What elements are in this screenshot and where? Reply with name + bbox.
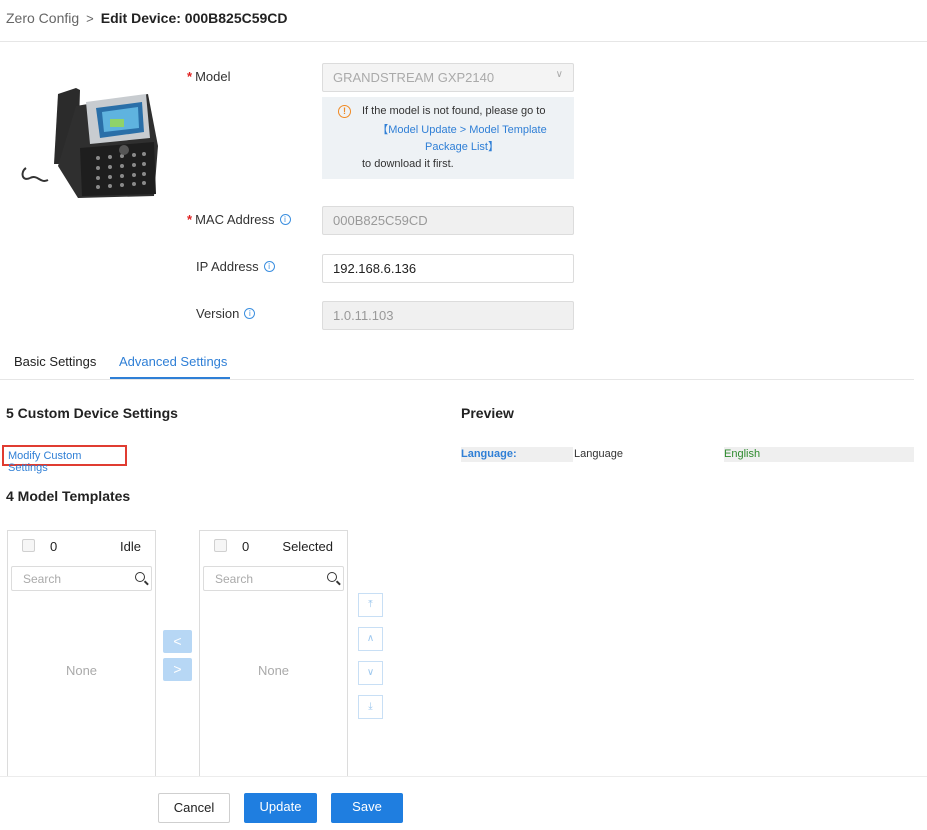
- version-field: [322, 301, 574, 330]
- idle-select-all-checkbox[interactable]: [22, 539, 35, 552]
- selected-list-title: Selected: [282, 539, 333, 554]
- move-down-button[interactable]: ∨: [358, 661, 383, 685]
- modify-custom-settings-button[interactable]: Modify Custom Settings: [2, 445, 127, 474]
- info-icon[interactable]: i: [279, 214, 291, 225]
- model-hint-footer: to download it first.: [362, 158, 454, 170]
- model-select[interactable]: GRANDSTREAM GXP2140 ∨: [322, 63, 574, 92]
- required-asterisk: *: [187, 69, 193, 84]
- info-icon[interactable]: i: [263, 261, 275, 272]
- preview-value: English: [724, 447, 914, 462]
- required-asterisk: *: [187, 212, 193, 227]
- idle-list-panel: 0 Idle Search None: [7, 530, 156, 790]
- selected-list-panel: 0 Selected Search None: [199, 530, 348, 790]
- ip-address-label: IP Address i: [196, 259, 275, 274]
- preview-label: Language:: [461, 447, 573, 462]
- save-button[interactable]: Save: [331, 793, 403, 823]
- breadcrumb-parent[interactable]: Zero Config: [6, 10, 79, 26]
- cancel-button[interactable]: Cancel: [158, 793, 230, 823]
- move-to-bottom-button[interactable]: ⤓: [358, 695, 383, 719]
- idle-list-title: Idle: [120, 539, 141, 554]
- selected-list-header: 0 Selected: [200, 531, 347, 561]
- idle-empty-text: None: [65, 663, 98, 678]
- search-icon: [327, 572, 337, 582]
- chevron-down-icon: ∨: [555, 69, 563, 80]
- selected-search-placeholder: Search: [215, 572, 254, 586]
- idle-search-placeholder: Search: [23, 572, 62, 586]
- move-up-button[interactable]: ∧: [358, 627, 383, 651]
- model-templates-title: 4 Model Templates: [6, 488, 131, 504]
- footer-bar: Cancel Update Save: [0, 776, 927, 830]
- active-tab-indicator: [110, 377, 230, 379]
- model-hint-box: ! If the model is not found, please go t…: [322, 97, 574, 179]
- idle-list-header: 0 Idle: [8, 531, 155, 561]
- breadcrumb: Zero Config > Edit Device: 000B825C59CD: [6, 10, 288, 26]
- header-divider: [0, 41, 927, 42]
- version-label: Version i: [196, 306, 256, 321]
- move-to-top-button[interactable]: ⤒: [358, 593, 383, 617]
- settings-tabs: Basic Settings Advanced Settings: [0, 348, 914, 380]
- custom-settings-title: 5 Custom Device Settings: [6, 405, 178, 421]
- idle-search-input[interactable]: Search: [11, 566, 152, 591]
- search-icon: [135, 572, 145, 582]
- selected-search-input[interactable]: Search: [203, 566, 344, 591]
- tab-basic-settings[interactable]: Basic Settings: [14, 354, 96, 369]
- preview-key: Language: [574, 448, 623, 460]
- breadcrumb-separator: >: [86, 10, 94, 26]
- mac-address-field: [322, 206, 574, 235]
- info-icon[interactable]: i: [244, 308, 256, 319]
- mac-address-label: * MAC Address i: [187, 212, 291, 227]
- ip-address-field[interactable]: [322, 254, 574, 283]
- idle-count: 0: [50, 539, 58, 554]
- move-right-button[interactable]: >: [163, 658, 192, 681]
- model-hint-text: If the model is not found, please go to: [362, 105, 546, 117]
- preview-title: Preview: [461, 405, 514, 421]
- update-button[interactable]: Update: [244, 793, 317, 823]
- warning-icon: !: [338, 105, 351, 118]
- selected-empty-text: None: [257, 663, 290, 678]
- page-title: Edit Device: 000B825C59CD: [100, 10, 288, 26]
- model-template-package-link[interactable]: 【Model Update > Model Template Package L…: [362, 122, 562, 156]
- model-label: * Model: [187, 69, 231, 84]
- device-phone-image: [21, 88, 158, 198]
- selected-select-all-checkbox[interactable]: [214, 539, 227, 552]
- tab-advanced-settings[interactable]: Advanced Settings: [119, 354, 227, 369]
- move-left-button[interactable]: <: [163, 630, 192, 653]
- selected-count: 0: [242, 539, 250, 554]
